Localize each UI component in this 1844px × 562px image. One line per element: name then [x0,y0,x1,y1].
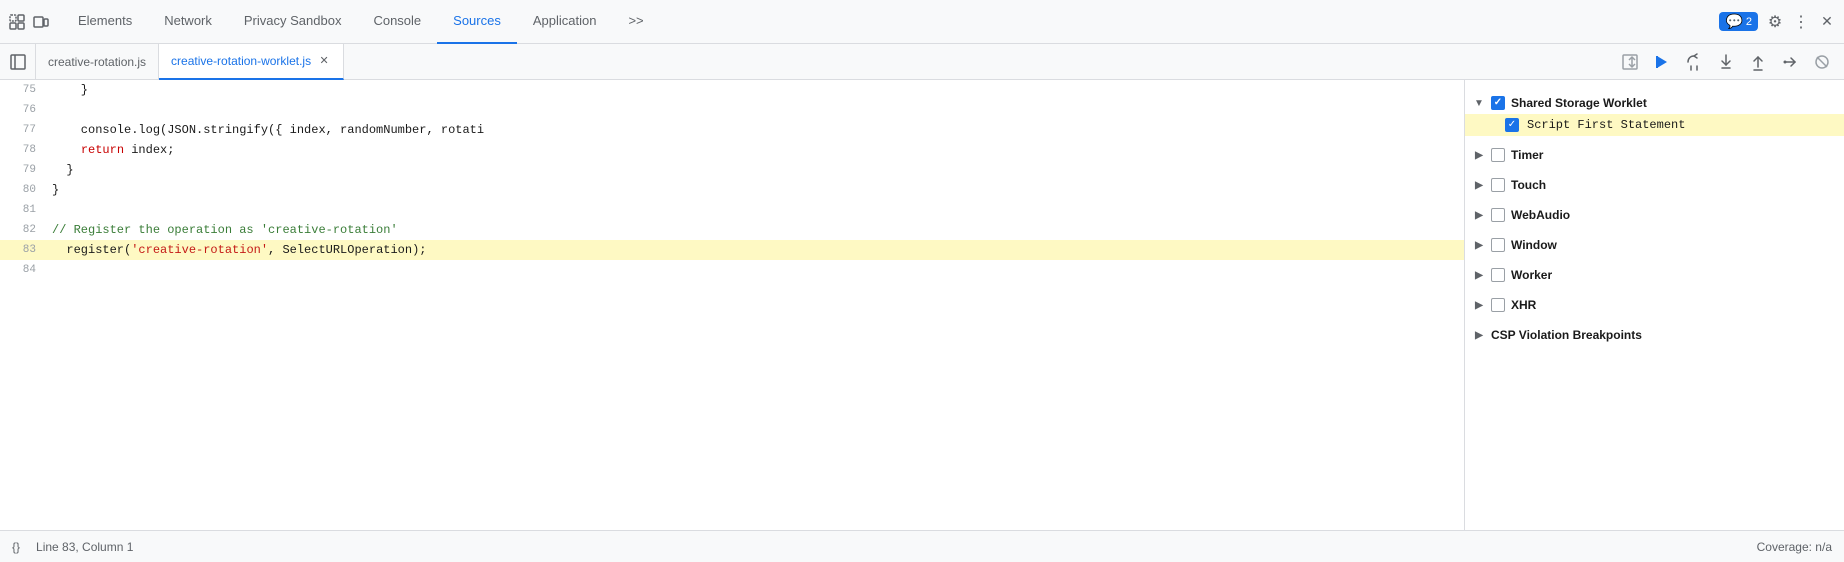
tab-privacy-sandbox[interactable]: Privacy Sandbox [228,0,358,44]
file-tab-rotation-js[interactable]: creative-rotation.js [36,44,159,80]
code-line-76: 76 [0,100,1464,120]
deactivate-breakpoints-button[interactable] [1808,48,1836,76]
checkbox-webaudio[interactable] [1491,208,1505,222]
code-line-77: 77 console.log(JSON.stringify({ index, r… [0,120,1464,140]
status-bar: {} Line 83, Column 1 Coverage: n/a [0,530,1844,562]
chevron-right-icon-touch: ▶ [1473,179,1485,191]
chevron-right-icon-csp: ▶ [1473,329,1485,341]
section-header-xhr[interactable]: ▶ XHR [1465,294,1844,316]
section-header-webaudio[interactable]: ▶ WebAudio [1465,204,1844,226]
code-line-81: 81 [0,200,1464,220]
tab-more[interactable]: >> [612,0,659,44]
section-header-shared-storage[interactable]: ▼ Shared Storage Worklet [1465,92,1844,114]
device-toggle-icon[interactable] [32,13,50,31]
checkbox-worker[interactable] [1491,268,1505,282]
code-line-75: 75 } [0,80,1464,100]
section-header-window[interactable]: ▶ Window [1465,234,1844,256]
section-shared-storage-worklet: ▼ Shared Storage Worklet Script First St… [1465,88,1844,140]
chevron-right-icon-worker: ▶ [1473,269,1485,281]
code-line-78: 78 return index; [0,140,1464,160]
section-timer: ▶ Timer [1465,140,1844,170]
section-checkbox-shared-storage[interactable] [1491,96,1505,110]
section-header-touch[interactable]: ▶ Touch [1465,174,1844,196]
code-editor[interactable]: 75 } 76 77 console.log(JSON.stringify({ … [0,80,1464,530]
code-lines: 75 } 76 77 console.log(JSON.stringify({ … [0,80,1464,280]
checkbox-timer[interactable] [1491,148,1505,162]
chevron-down-icon: ▼ [1473,97,1485,109]
step-out-button[interactable] [1744,48,1772,76]
code-line-84: 84 [0,260,1464,280]
main-content: 75 } 76 77 console.log(JSON.stringify({ … [0,80,1844,530]
cursor-position: Line 83, Column 1 [36,540,133,554]
section-webaudio: ▶ WebAudio [1465,200,1844,230]
right-panel: ▼ Shared Storage Worklet Script First St… [1464,80,1844,530]
section-csp: ▶ CSP Violation Breakpoints [1465,320,1844,350]
chevron-right-icon-window: ▶ [1473,239,1485,251]
debug-controls [1616,48,1844,76]
code-line-79: 79 } [0,160,1464,180]
close-icon[interactable]: ✕ [1818,13,1836,31]
section-worker: ▶ Worker [1465,260,1844,290]
code-line-83: 83 register('creative-rotation', SelectU… [0,240,1464,260]
code-line-80: 80 } [0,180,1464,200]
section-window: ▶ Window [1465,230,1844,260]
checkbox-script-first-statement[interactable] [1505,118,1519,132]
file-tab-rotation-worklet-js[interactable]: creative-rotation-worklet.js ✕ [159,44,344,80]
more-options-icon[interactable]: ⋮ [1792,13,1810,31]
devtools-toolbar: Elements Network Privacy Sandbox Console… [0,0,1844,44]
section-xhr: ▶ XHR [1465,290,1844,320]
code-line-82: 82 // Register the operation as 'creativ… [0,220,1464,240]
step-over-button[interactable] [1680,48,1708,76]
toolbar-right: 💬 2 ⚙ ⋮ ✕ [1719,12,1836,31]
checkbox-touch[interactable] [1491,178,1505,192]
tab-application[interactable]: Application [517,0,613,44]
file-tabs-bar: creative-rotation.js creative-rotation-w… [0,44,1844,80]
chat-badge[interactable]: 💬 2 [1719,12,1758,31]
tab-console[interactable]: Console [357,0,437,44]
chevron-right-icon-webaudio: ▶ [1473,209,1485,221]
section-header-csp[interactable]: ▶ CSP Violation Breakpoints [1465,324,1844,346]
step-button[interactable] [1776,48,1804,76]
section-touch: ▶ Touch [1465,170,1844,200]
breakpoint-script-first-statement[interactable]: Script First Statement [1465,114,1844,136]
section-header-worker[interactable]: ▶ Worker [1465,264,1844,286]
chevron-right-icon-timer: ▶ [1473,149,1485,161]
checkbox-window[interactable] [1491,238,1505,252]
section-header-timer[interactable]: ▶ Timer [1465,144,1844,166]
chevron-right-icon-xhr: ▶ [1473,299,1485,311]
step-into-button[interactable] [1712,48,1740,76]
settings-icon[interactable]: ⚙ [1766,13,1784,31]
select-element-icon[interactable] [8,13,26,31]
main-nav-tabs: Elements Network Privacy Sandbox Console… [62,0,1715,44]
checkbox-xhr[interactable] [1491,298,1505,312]
close-tab-button[interactable]: ✕ [317,54,331,68]
coverage-status: Coverage: n/a [1757,540,1832,554]
pretty-print-button[interactable]: {} [12,540,20,554]
toolbar-icon-group [8,13,50,31]
collapse-pane-button[interactable] [1616,48,1644,76]
resume-button[interactable] [1648,48,1676,76]
sidebar-toggle-button[interactable] [0,44,36,80]
tab-sources[interactable]: Sources [437,0,517,44]
tab-elements[interactable]: Elements [62,0,148,44]
tab-network[interactable]: Network [148,0,228,44]
